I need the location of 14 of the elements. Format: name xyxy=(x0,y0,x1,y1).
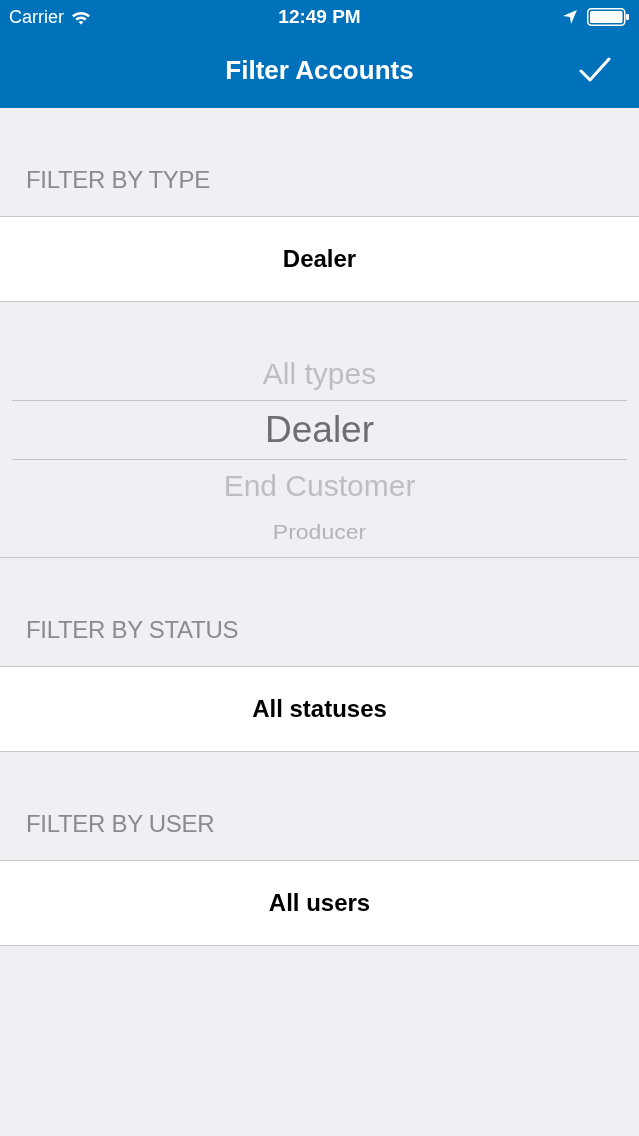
checkmark-icon xyxy=(579,57,611,83)
battery-icon xyxy=(587,8,629,26)
section-header: FILTER BY TYPE xyxy=(26,166,210,194)
filter-value-row[interactable]: All users xyxy=(0,860,639,946)
location-arrow-icon xyxy=(563,10,577,24)
filter-value-row[interactable]: Dealer xyxy=(0,216,639,302)
clock-time: 12:49 PM xyxy=(278,6,361,28)
section-header: FILTER BY STATUS xyxy=(26,616,239,644)
carrier-label: Carrier xyxy=(9,6,64,28)
screen-title: Filter Accounts xyxy=(225,54,414,86)
section-header: FILTER BY USER xyxy=(26,810,215,838)
picker-option[interactable]: Dealer xyxy=(12,400,627,460)
wifi-icon xyxy=(71,9,91,25)
filter-value-row[interactable]: All statuses xyxy=(0,666,639,752)
